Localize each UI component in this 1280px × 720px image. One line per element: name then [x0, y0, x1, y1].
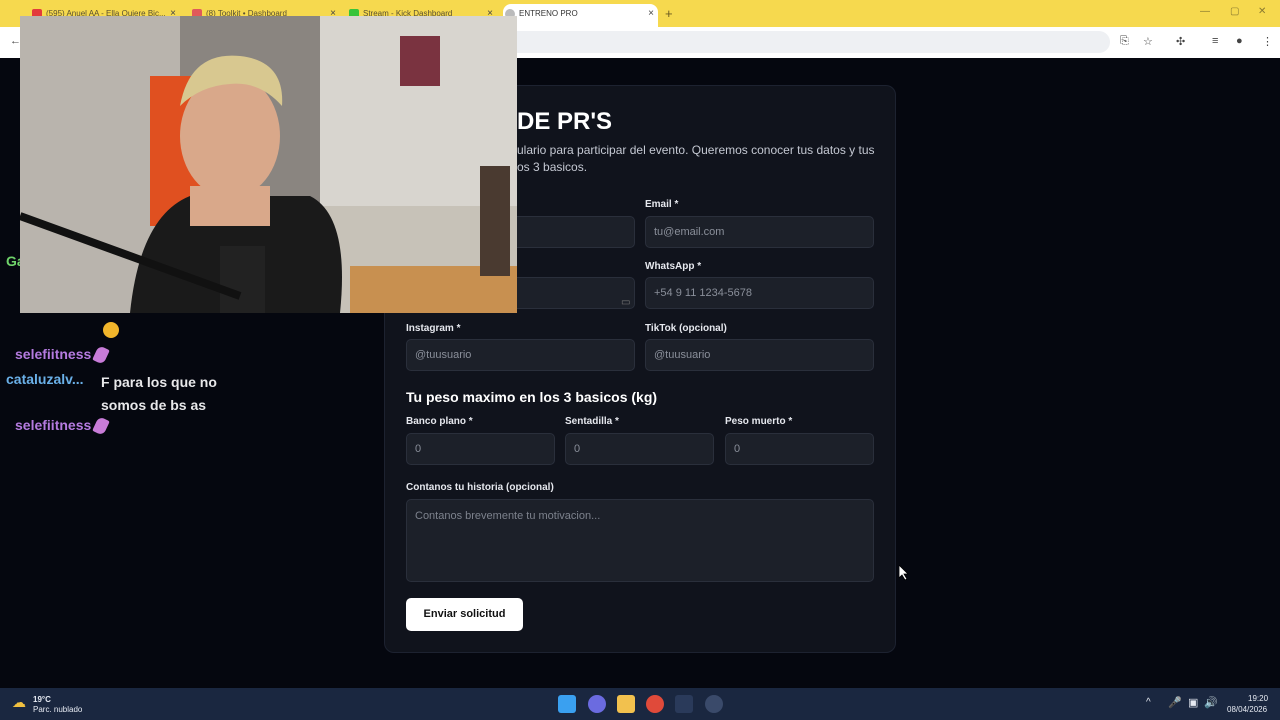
chevron-up-icon[interactable]: ^ — [1146, 697, 1151, 708]
install-icon[interactable]: ⎘ — [1120, 35, 1129, 48]
tiktok-field[interactable]: @tuusuario — [645, 339, 874, 371]
purple-emote-icon — [92, 345, 111, 366]
squat-label: Sentadilla * — [565, 416, 619, 427]
weather-description[interactable]: Parc. nublado — [33, 705, 82, 714]
deadlift-field[interactable]: 0 — [725, 433, 874, 465]
email-label: Email * — [645, 199, 679, 210]
instagram-placeholder: @tuusuario — [415, 349, 472, 361]
close-icon[interactable]: × — [648, 8, 654, 19]
star-icon[interactable]: ☆ — [1143, 35, 1153, 48]
new-tab-button[interactable]: + — [665, 6, 673, 21]
calendar-icon[interactable]: ▭ — [621, 297, 630, 308]
clock-date[interactable]: 08/04/2026 — [1227, 705, 1267, 714]
chat-username: selefiitness — [15, 346, 92, 362]
deadlift-label: Peso muerto * — [725, 416, 793, 427]
instagram-field[interactable]: @tuusuario — [406, 339, 635, 371]
browser-tab-active[interactable]: ENTRENO PRO × — [503, 4, 658, 27]
form-title: DE PR'S — [517, 108, 613, 135]
chat-message-1: selefiitness — [15, 345, 111, 366]
windows-taskbar: ☁ 19°C Parc. nublado ^ 🎤 ▣ 🔊 19:20 08/04… — [0, 688, 1280, 720]
bench-placeholder: 0 — [415, 443, 422, 455]
instagram-label: Instagram * — [406, 323, 461, 334]
minimize-icon[interactable]: — — [1200, 6, 1210, 17]
chat-message-text: F para los que no somos de bs as — [101, 374, 217, 413]
bench-field[interactable]: 0 — [406, 433, 555, 465]
media-icon[interactable]: ≡ — [1212, 35, 1218, 47]
file-explorer-icon[interactable] — [617, 695, 635, 713]
form-description: ulario para participar del evento. Quere… — [517, 143, 875, 174]
email-field[interactable]: tu@email.com — [645, 216, 874, 248]
weather-temperature[interactable]: 19°C — [33, 695, 51, 704]
tab-title: ENTRENO PRO — [519, 9, 578, 18]
squat-placeholder: 0 — [574, 443, 581, 455]
profile-icon[interactable]: ● — [1236, 35, 1243, 47]
submit-button[interactable]: Enviar solicitud — [406, 598, 523, 631]
chrome-icon[interactable] — [646, 695, 664, 713]
lifts-section-title: Tu peso maximo en los 3 basicos (kg) — [406, 389, 658, 405]
chat-username: selefiitness — [15, 417, 92, 433]
address-bar[interactable] — [500, 31, 1110, 53]
close-window-icon[interactable]: ✕ — [1258, 6, 1266, 17]
start-icon[interactable] — [558, 695, 576, 713]
chat-username: cataluzalv... — [6, 371, 84, 387]
obs-icon[interactable] — [705, 695, 723, 713]
menu-icon[interactable]: ⋮ — [1262, 35, 1273, 48]
clock-time[interactable]: 19:20 — [1248, 694, 1268, 703]
microphone-icon[interactable]: 🎤 — [1168, 696, 1182, 709]
tiktok-label: TikTok (opcional) — [645, 323, 727, 334]
purple-emote-icon — [92, 416, 111, 437]
whatsapp-placeholder: +54 9 11 1234-5678 — [654, 287, 752, 299]
maximize-icon[interactable]: ▢ — [1230, 6, 1239, 17]
tiktok-placeholder: @tuusuario — [654, 349, 711, 361]
discord-icon[interactable] — [588, 695, 606, 713]
story-textarea[interactable]: Contanos brevemente tu motivacion... — [406, 499, 874, 582]
extensions-icon[interactable]: ✣ — [1176, 35, 1185, 48]
chat-message-2: cataluzalv... — [6, 371, 84, 387]
deadlift-placeholder: 0 — [734, 443, 741, 455]
volume-icon[interactable]: 🔊 — [1204, 696, 1218, 709]
weather-icon[interactable]: ☁ — [12, 694, 26, 711]
streamer-webcam-image — [20, 16, 517, 313]
steam-icon[interactable] — [675, 695, 693, 713]
whatsapp-label: WhatsApp * — [645, 261, 702, 272]
email-placeholder: tu@email.com — [654, 226, 725, 238]
webcam-overlay — [20, 16, 517, 313]
bench-label: Banco plano * — [406, 416, 473, 427]
story-label: Contanos tu historia (opcional) — [406, 482, 554, 493]
chat-message-3: selefiitness — [15, 416, 111, 437]
mouse-cursor-icon — [899, 565, 909, 581]
smile-emote-icon — [103, 322, 119, 338]
network-icon[interactable]: ▣ — [1188, 696, 1198, 709]
story-placeholder: Contanos brevemente tu motivacion... — [415, 510, 601, 522]
squat-field[interactable]: 0 — [565, 433, 714, 465]
whatsapp-field[interactable]: +54 9 11 1234-5678 — [645, 277, 874, 309]
